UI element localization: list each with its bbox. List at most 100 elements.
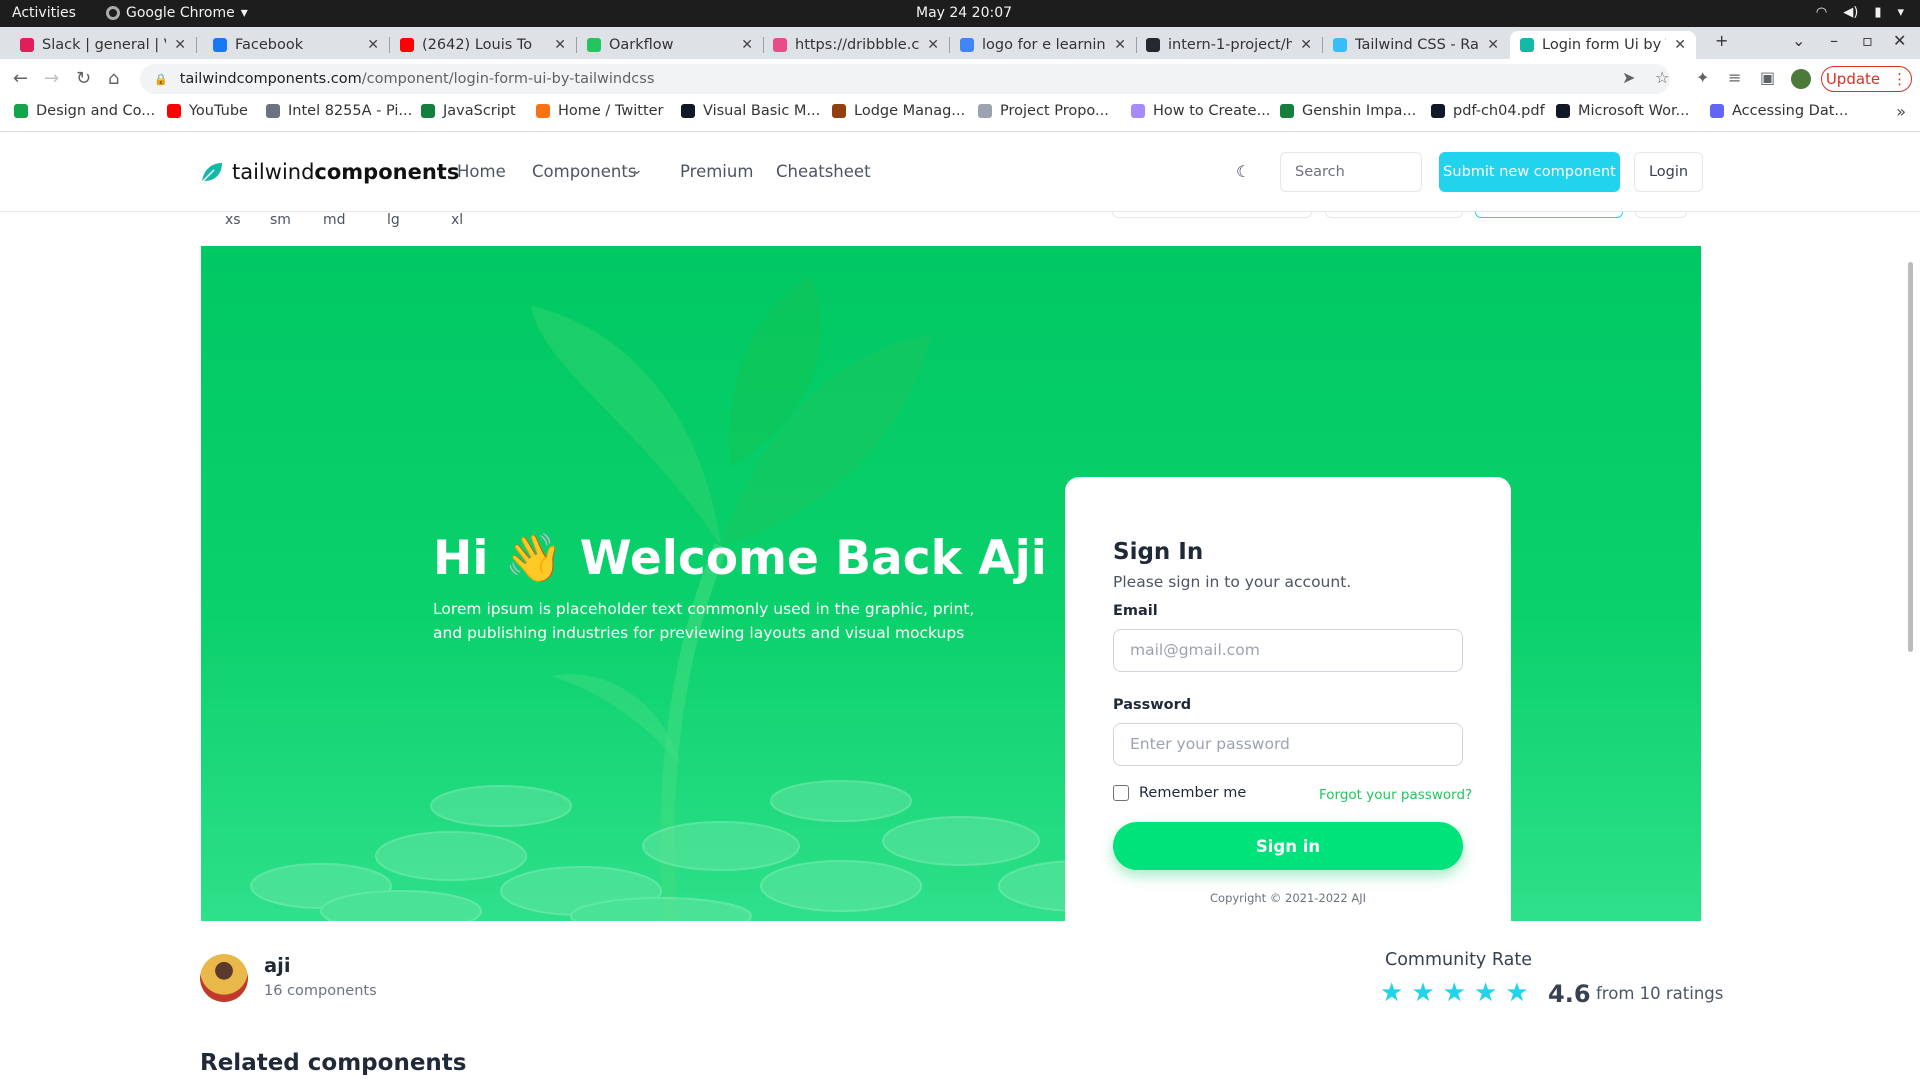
star-icon[interactable]: ★ xyxy=(1443,978,1466,1008)
tab-close-icon[interactable]: ✕ xyxy=(554,37,566,53)
logo-text-bold: components xyxy=(314,160,460,184)
site-logo[interactable]: tailwindcomponents xyxy=(200,160,459,184)
remember-me[interactable]: Remember me xyxy=(1113,785,1246,801)
bookmark-label: Design and Co... xyxy=(36,103,156,119)
tab-close-icon[interactable]: ✕ xyxy=(1674,37,1686,53)
browser-tab[interactable]: (2642) Louis To ✕ xyxy=(390,31,576,59)
tab-title: Facebook xyxy=(235,37,304,53)
minimize-button[interactable]: – xyxy=(1830,31,1838,50)
bookmark-item[interactable]: YouTube xyxy=(167,103,248,119)
breakpoint-lg[interactable]: lg xyxy=(387,212,400,228)
tab-strip: + ⌄ – ▫ ✕ Slack | general | Ve ✕ Facebook ✕… xyxy=(0,27,1920,59)
app-menu[interactable]: Google Chrome ▾ xyxy=(106,5,248,21)
password-field[interactable]: Enter your password xyxy=(1113,723,1463,766)
page-scrollbar[interactable] xyxy=(1908,262,1913,652)
activities-button[interactable]: Activities xyxy=(12,5,76,21)
bookmark-label: JavaScript xyxy=(443,103,516,119)
submit-component-button[interactable]: Submit new component xyxy=(1439,152,1620,192)
bookmark-favicon-icon xyxy=(14,104,28,118)
search-input[interactable]: Search xyxy=(1280,152,1422,192)
browser-tab[interactable]: logo for e learning ✕ xyxy=(950,31,1136,59)
bookmark-item[interactable]: Genshin Impa... xyxy=(1280,103,1416,119)
browser-tab[interactable]: Facebook ✕ xyxy=(203,31,389,59)
url-path: /component/login-form-ui-by-tailwindcss xyxy=(361,71,655,87)
extensions-icon[interactable]: ✦ xyxy=(1696,68,1709,87)
nav-premium[interactable]: Premium xyxy=(680,162,753,181)
bookmark-item[interactable]: Home / Twitter xyxy=(536,103,664,119)
author-avatar[interactable] xyxy=(200,954,248,1002)
bookmark-item[interactable]: Project Propo... xyxy=(978,103,1109,119)
browser-tab[interactable]: https://dribbble.c ✕ xyxy=(763,31,949,59)
tab-close-icon[interactable]: ✕ xyxy=(367,37,379,53)
author-name[interactable]: aji xyxy=(264,954,291,977)
send-icon[interactable]: ➤ xyxy=(1622,68,1635,87)
browser-tab[interactable]: Oarkflow ✕ xyxy=(577,31,763,59)
browser-tab[interactable]: Slack | general | Ve ✕ xyxy=(10,31,196,59)
tab-close-icon[interactable]: ✕ xyxy=(1114,37,1126,53)
login-button[interactable]: Login xyxy=(1634,152,1703,192)
close-window-button[interactable]: ✕ xyxy=(1893,31,1906,50)
nav-home[interactable]: Home xyxy=(457,162,506,181)
breakpoint-sm[interactable]: sm xyxy=(270,212,291,228)
nav-components[interactable]: Components xyxy=(532,162,636,181)
nav-cheatsheet[interactable]: Cheatsheet xyxy=(776,162,871,181)
leaf-logo-icon xyxy=(201,163,222,183)
remember-me-label: Remember me xyxy=(1139,785,1247,801)
back-icon[interactable]: ← xyxy=(13,68,28,89)
tab-close-icon[interactable]: ✕ xyxy=(1300,37,1312,53)
dark-mode-moon-icon[interactable]: ☾ xyxy=(1236,162,1250,181)
remember-me-checkbox[interactable] xyxy=(1113,785,1129,801)
home-icon[interactable]: ⌂ xyxy=(108,68,119,89)
bookmark-item[interactable]: JavaScript xyxy=(421,103,516,119)
browser-tab[interactable]: intern-1-project/h ✕ xyxy=(1136,31,1322,59)
profile-avatar[interactable] xyxy=(1791,69,1811,89)
bookmark-label: Visual Basic M... xyxy=(703,103,821,119)
tab-search-chevron-icon[interactable]: ⌄ xyxy=(1792,31,1805,50)
community-rate-title: Community Rate xyxy=(1385,950,1532,970)
email-field[interactable]: mail@gmail.com xyxy=(1113,629,1463,672)
url-host: tailwindcomponents.com xyxy=(179,71,362,87)
breakpoint-xl[interactable]: xl xyxy=(451,212,463,228)
bookmark-item[interactable]: Design and Co... xyxy=(14,103,155,119)
star-icon[interactable]: ★ xyxy=(1474,978,1497,1008)
clock[interactable]: May 24 20:07 xyxy=(916,5,1012,21)
email-label: Email xyxy=(1113,603,1158,619)
tab-close-icon[interactable]: ✕ xyxy=(741,37,753,53)
bookmark-item[interactable]: Visual Basic M... xyxy=(681,103,820,119)
new-tab-button[interactable]: + xyxy=(1715,31,1728,50)
bookmark-item[interactable]: How to Create... xyxy=(1131,103,1270,119)
system-tray[interactable]: ◠ ◀) ▮ ▾ xyxy=(1816,5,1904,20)
tab-close-icon[interactable]: ✕ xyxy=(927,37,939,53)
browser-tab[interactable]: Login form Ui by T ✕ xyxy=(1510,31,1696,59)
bookmark-item[interactable]: pdf-ch04.pdf xyxy=(1431,103,1545,119)
star-icon[interactable]: ★ xyxy=(1505,978,1528,1008)
tab-close-icon[interactable]: ✕ xyxy=(1487,37,1499,53)
maximize-button[interactable]: ▫ xyxy=(1862,31,1873,50)
forgot-password-link[interactable]: Forgot your password? xyxy=(1319,787,1472,803)
tab-favicon-icon xyxy=(773,38,787,52)
bookmark-favicon-icon xyxy=(1280,104,1294,118)
address-bar[interactable]: 🔒 tailwindcomponents.com/component/login… xyxy=(140,64,1670,94)
bookmark-item[interactable]: Intel 8255A - Pi... xyxy=(266,103,412,119)
star-icon[interactable]: ★ xyxy=(1411,978,1434,1008)
forward-icon[interactable]: → xyxy=(44,68,59,89)
copyright-text: Copyright © 2021-2022 AJI xyxy=(1210,891,1366,905)
browser-tab[interactable]: Tailwind CSS - Rap ✕ xyxy=(1323,31,1509,59)
tab-close-icon[interactable]: ✕ xyxy=(174,37,186,53)
update-button[interactable]: Update ⋮ xyxy=(1821,66,1912,92)
bookmark-star-icon[interactable]: ☆ xyxy=(1655,68,1669,87)
bookmark-item[interactable]: Lodge Manag... xyxy=(832,103,965,119)
more-bookmarks-icon[interactable]: » xyxy=(1896,102,1906,121)
reload-icon[interactable]: ↻ xyxy=(76,68,91,89)
rating-stars[interactable]: ★ ★ ★ ★ ★ xyxy=(1380,978,1529,1008)
star-icon[interactable]: ★ xyxy=(1380,978,1403,1008)
media-icon[interactable]: ≡ xyxy=(1728,68,1741,87)
breakpoint-md[interactable]: md xyxy=(323,212,346,228)
breakpoint-xs[interactable]: xs xyxy=(225,212,241,228)
sign-in-button[interactable]: Sign in xyxy=(1113,822,1463,870)
bookmark-item[interactable]: Accessing Dat... xyxy=(1710,103,1848,119)
power-menu-icon: ▾ xyxy=(1897,5,1904,20)
side-panel-icon[interactable]: ▣ xyxy=(1760,68,1775,87)
bookmark-item[interactable]: Microsoft Wor... xyxy=(1556,103,1689,119)
tab-favicon-icon xyxy=(213,38,227,52)
